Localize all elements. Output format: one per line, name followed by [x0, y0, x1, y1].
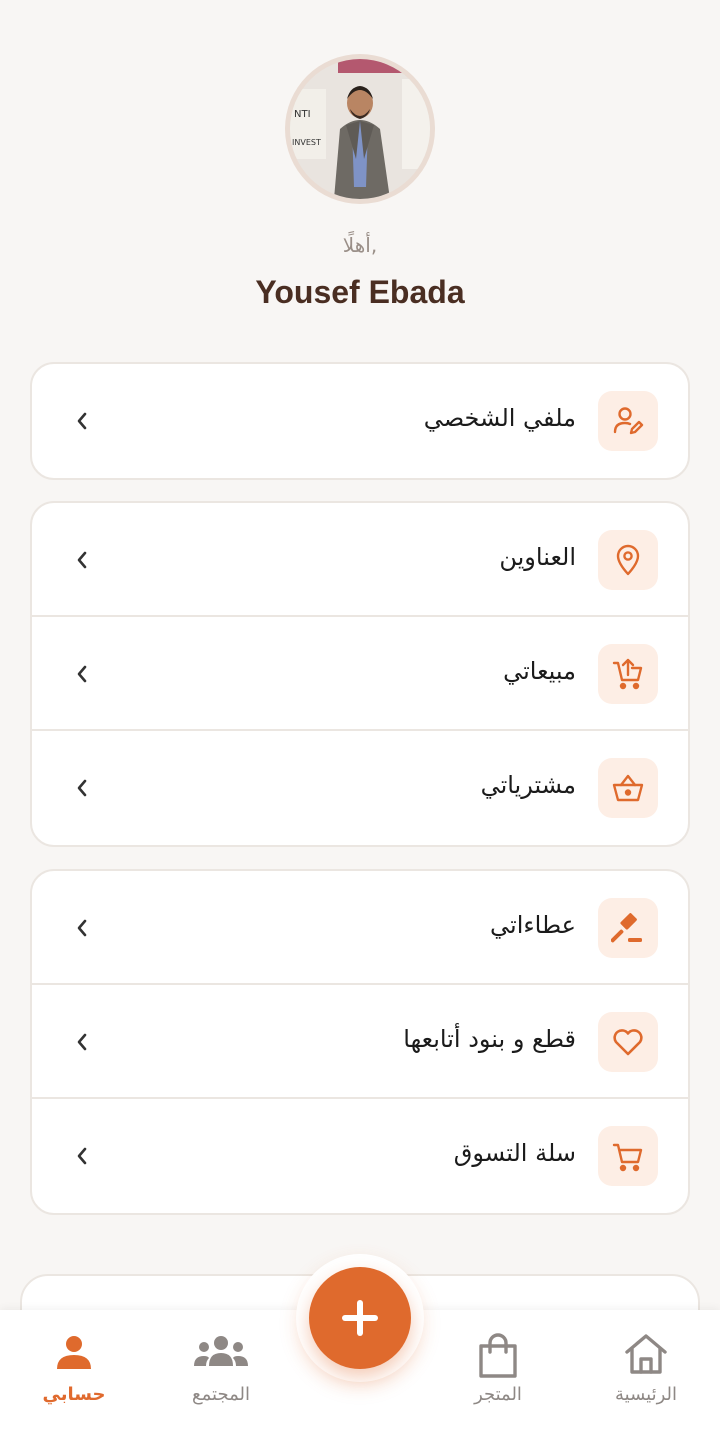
menu-item-label: قطع و بنود أتابعها: [403, 1025, 576, 1053]
nav-store-label: المتجر: [474, 1384, 522, 1405]
svg-text:INVEST: INVEST: [292, 138, 321, 147]
account-page: NTI INVEST أهلًا, Yousef Ebada ملفي الشخ…: [0, 0, 720, 1436]
chevron-left-icon: [72, 1025, 92, 1059]
user-edit-icon: [598, 391, 658, 451]
menu-item-label: العناوين: [499, 543, 576, 571]
nav-account[interactable]: حسابي: [14, 1332, 134, 1405]
profile-photo: NTI INVEST: [290, 59, 430, 199]
profile-card: ملفي الشخصي: [30, 362, 690, 480]
menu-item-purchases[interactable]: مشترياتي: [32, 731, 688, 845]
plus-icon: [342, 1300, 378, 1336]
cart-upload-icon: [598, 644, 658, 704]
shopping-bag-icon: [479, 1333, 517, 1378]
chevron-left-icon: [72, 911, 92, 945]
menu-item-cart[interactable]: سلة التسوق: [32, 1099, 688, 1213]
shopping-cart-icon: [598, 1126, 658, 1186]
menu-item-label: مبيعاتي: [503, 657, 576, 685]
menu-item-label: ملفي الشخصي: [423, 404, 576, 432]
nav-home-label: الرئيسية: [615, 1384, 677, 1405]
chevron-left-icon: [72, 1139, 92, 1173]
add-button[interactable]: [309, 1267, 411, 1369]
menu-item-following[interactable]: قطع و بنود أتابعها: [32, 985, 688, 1099]
basket-icon: [598, 758, 658, 818]
menu-item-label: مشترياتي: [480, 771, 576, 799]
menu-item-label: سلة التسوق: [453, 1139, 576, 1167]
user-name: Yousef Ebada: [255, 274, 465, 310]
activity-card: عطاءاتي قطع و بنود أتابعها سلة التسوق: [30, 869, 690, 1215]
menu-item-sales[interactable]: مبيعاتي: [32, 617, 688, 731]
greeting-text: أهلًا,: [342, 233, 378, 257]
nav-community-label: المجتمع: [192, 1384, 250, 1405]
nav-account-label: حسابي: [42, 1384, 106, 1405]
chevron-left-icon: [72, 771, 92, 805]
avatar[interactable]: NTI INVEST: [285, 54, 435, 204]
location-pin-icon: [598, 530, 658, 590]
orders-card: العناوين مبيعاتي مشترياتي: [30, 501, 690, 847]
group-icon: [194, 1336, 248, 1366]
nav-store[interactable]: المتجر: [438, 1332, 558, 1405]
chevron-left-icon: [72, 543, 92, 577]
nav-home[interactable]: الرئيسية: [586, 1332, 706, 1405]
person-icon: [57, 1336, 91, 1369]
home-icon: [625, 1334, 667, 1374]
menu-item-bids[interactable]: عطاءاتي: [32, 871, 688, 985]
nav-community[interactable]: المجتمع: [161, 1332, 281, 1405]
chevron-left-icon: [72, 404, 92, 438]
svg-text:NTI: NTI: [294, 109, 311, 120]
chevron-left-icon: [72, 657, 92, 691]
menu-item-addresses[interactable]: العناوين: [32, 503, 688, 617]
menu-item-profile[interactable]: ملفي الشخصي: [32, 364, 688, 478]
menu-item-label: عطاءاتي: [490, 911, 576, 939]
heart-icon: [598, 1012, 658, 1072]
gavel-icon: [598, 898, 658, 958]
